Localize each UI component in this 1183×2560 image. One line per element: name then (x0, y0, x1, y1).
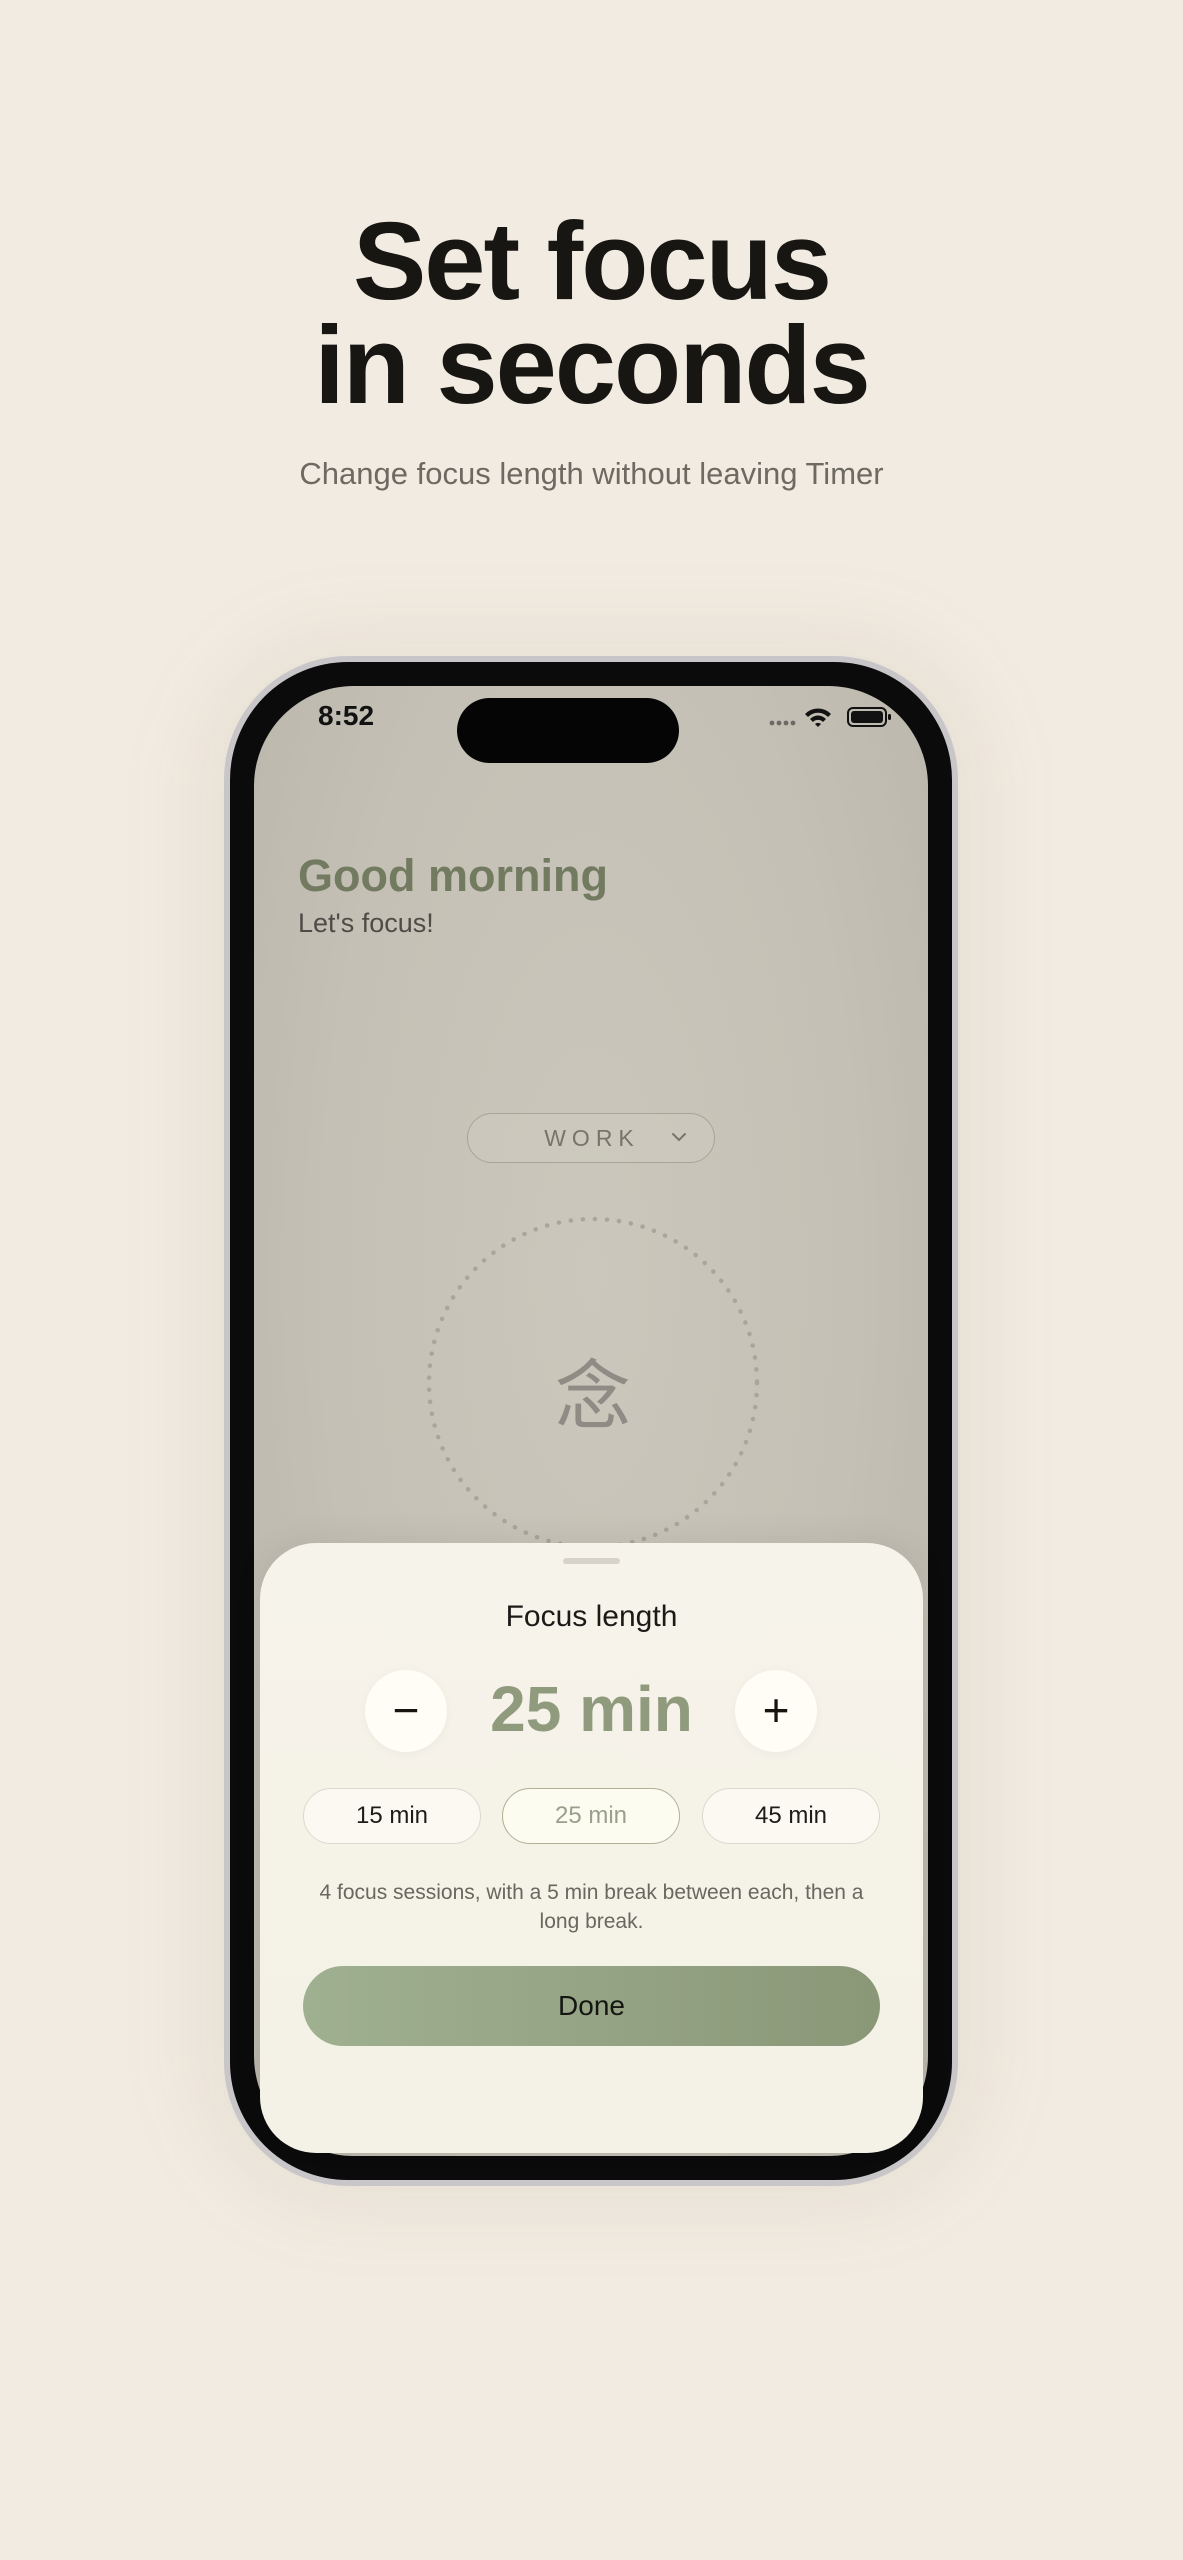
preset-45-min[interactable]: 45 min (702, 1788, 880, 1844)
focus-length-value: 25 min (490, 1673, 693, 1745)
greeting-title: Good morning (298, 850, 608, 901)
sheet-grabber[interactable] (563, 1558, 620, 1564)
session-note: 4 focus sessions, with a 5 min break bet… (319, 1881, 864, 1933)
minus-icon: − (392, 1684, 420, 1736)
hero-title-line1: Set focus (352, 200, 832, 323)
signal-dots-icon (769, 720, 796, 726)
dial-glyph: 念 (555, 1352, 631, 1441)
hero-title-line2: in seconds (314, 304, 871, 427)
greeting-subtitle: Let's focus! (298, 908, 434, 938)
focus-length-sheet (260, 1543, 923, 2153)
preset-15-min[interactable]: 15 min (303, 1788, 481, 1844)
done-button[interactable]: Done (303, 1966, 880, 2046)
dynamic-island (457, 698, 679, 763)
wifi-icon (805, 708, 831, 727)
status-icons (769, 707, 891, 727)
hero-subtitle: Change focus length without leaving Time… (299, 456, 884, 491)
hero-title: Set focus in seconds (0, 200, 1183, 427)
preset-25-min[interactable]: 25 min (502, 1788, 680, 1844)
mode-selector[interactable]: WORK (467, 1113, 715, 1163)
increment-button[interactable]: + (735, 1670, 817, 1752)
plus-icon: + (762, 1684, 790, 1736)
battery-icon (847, 707, 891, 727)
sheet-title: Focus length (505, 1600, 678, 1633)
chevron-down-icon (672, 1133, 686, 1142)
decrement-button[interactable]: − (365, 1670, 447, 1752)
status-time: 8:52 (318, 700, 375, 731)
